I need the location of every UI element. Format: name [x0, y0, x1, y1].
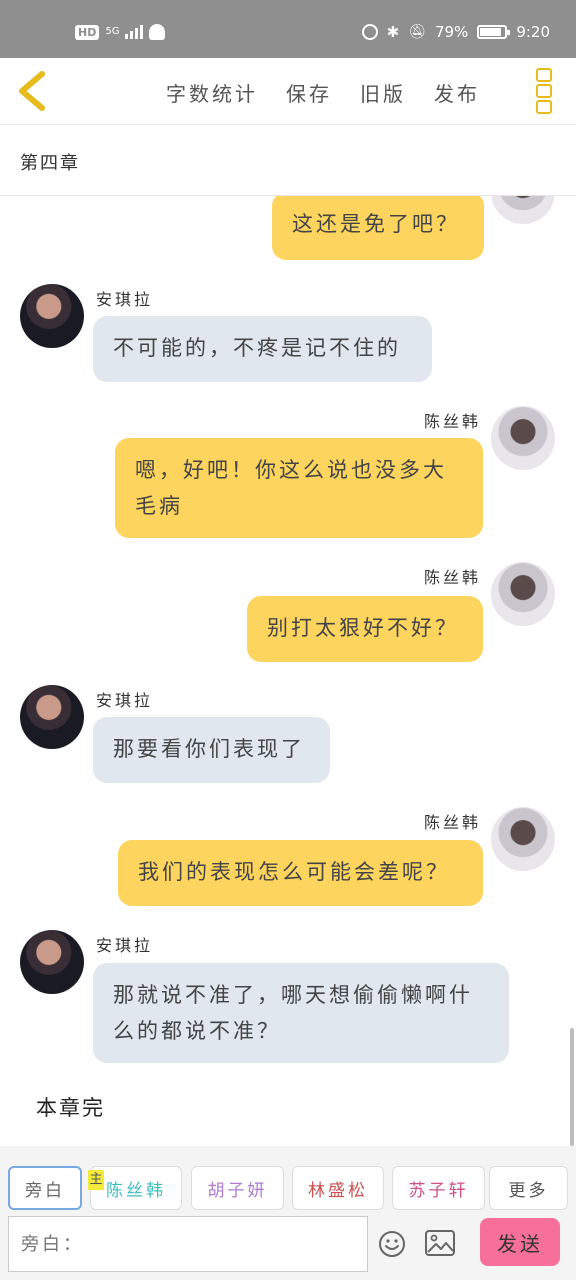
- speaker-name: 安琪拉: [96, 290, 154, 309]
- avatar-chen-sihan[interactable]: [491, 406, 555, 470]
- character-chip[interactable]: 胡子妍: [191, 1166, 284, 1210]
- character-chip[interactable]: 苏子轩: [392, 1166, 485, 1210]
- chat-scrollbar[interactable]: [570, 1028, 574, 1146]
- chapter-header[interactable]: 第四章: [0, 125, 576, 196]
- speaker-name: 陈丝韩: [424, 412, 482, 431]
- message-bubble[interactable]: 这还是免了吧？: [272, 196, 484, 260]
- message-input[interactable]: [8, 1216, 368, 1272]
- battery-percent: 79%: [434, 23, 469, 41]
- top-toolbar: 字数统计 保存 旧版 发布: [0, 58, 576, 125]
- publish-button[interactable]: 发布: [434, 78, 480, 107]
- nfc-icon: [361, 24, 378, 40]
- emoji-icon[interactable]: [378, 1230, 406, 1258]
- image-icon[interactable]: [425, 1230, 455, 1256]
- avatar-chen-sihan[interactable]: [491, 562, 555, 626]
- word-count-button[interactable]: 字数统计: [166, 78, 258, 107]
- message-bubble[interactable]: 不可能的，不疼是记不住的: [93, 316, 432, 382]
- speaker-name: 陈丝韩: [424, 813, 482, 832]
- avatar-chen-sihan[interactable]: [491, 807, 555, 871]
- speaker-name: 安琪拉: [96, 936, 154, 955]
- message-bubble[interactable]: 别打太狠好不好？: [247, 596, 483, 662]
- main-character-badge: 主: [88, 1170, 104, 1190]
- more-menu-icon[interactable]: [536, 68, 556, 114]
- status-bar: HD 5G ✱ 🔕︎ 79% 9:20: [0, 0, 576, 58]
- app-notification-icon: [149, 24, 166, 40]
- network-type: 5G: [105, 26, 120, 37]
- old-version-button[interactable]: 旧版: [360, 78, 406, 107]
- bluetooth-icon: ✱: [386, 23, 400, 41]
- chapter-title: 第四章: [20, 153, 80, 174]
- avatar-anqila[interactable]: [20, 685, 84, 749]
- signal-icon: [125, 25, 144, 39]
- toolbar-actions: 字数统计 保存 旧版 发布: [166, 78, 480, 107]
- narration-chip[interactable]: 旁白: [8, 1166, 82, 1210]
- more-characters-button[interactable]: 更多: [489, 1166, 568, 1210]
- avatar-anqila[interactable]: [20, 284, 84, 348]
- character-chip[interactable]: 林盛松: [292, 1166, 384, 1210]
- send-button[interactable]: 发送: [480, 1218, 560, 1266]
- speaker-name: 安琪拉: [96, 691, 154, 710]
- mute-icon: 🔕︎: [408, 24, 426, 40]
- chat-area[interactable]: 这还是免了吧？ 安琪拉 不可能的，不疼是记不住的 陈丝韩 嗯，好吧！你这么说也没…: [0, 196, 576, 1146]
- message-bubble[interactable]: 那就说不准了，哪天想偷偷懒啊什么的都说不准？: [93, 963, 509, 1063]
- back-arrow-icon[interactable]: [14, 70, 54, 112]
- avatar-anqila[interactable]: [20, 930, 84, 994]
- speaker-name: 陈丝韩: [424, 568, 482, 587]
- character-selector: 旁白 陈丝韩 胡子妍 林盛松 苏子轩 更多: [0, 1146, 576, 1216]
- save-button[interactable]: 保存: [286, 78, 332, 107]
- hd-indicator: HD: [75, 24, 100, 40]
- chapter-end-label: 本章完: [36, 1096, 105, 1120]
- message-bubble[interactable]: 嗯，好吧！你这么说也没多大毛病: [115, 438, 483, 538]
- message-bubble[interactable]: 我们的表现怎么可能会差呢？: [118, 840, 483, 906]
- message-bubble[interactable]: 那要看你们表现了: [93, 717, 330, 783]
- battery-icon: [477, 25, 511, 39]
- input-bar: 发送: [0, 1216, 576, 1280]
- clock: 9:20: [516, 23, 550, 41]
- avatar-chen-sihan[interactable]: [491, 196, 555, 224]
